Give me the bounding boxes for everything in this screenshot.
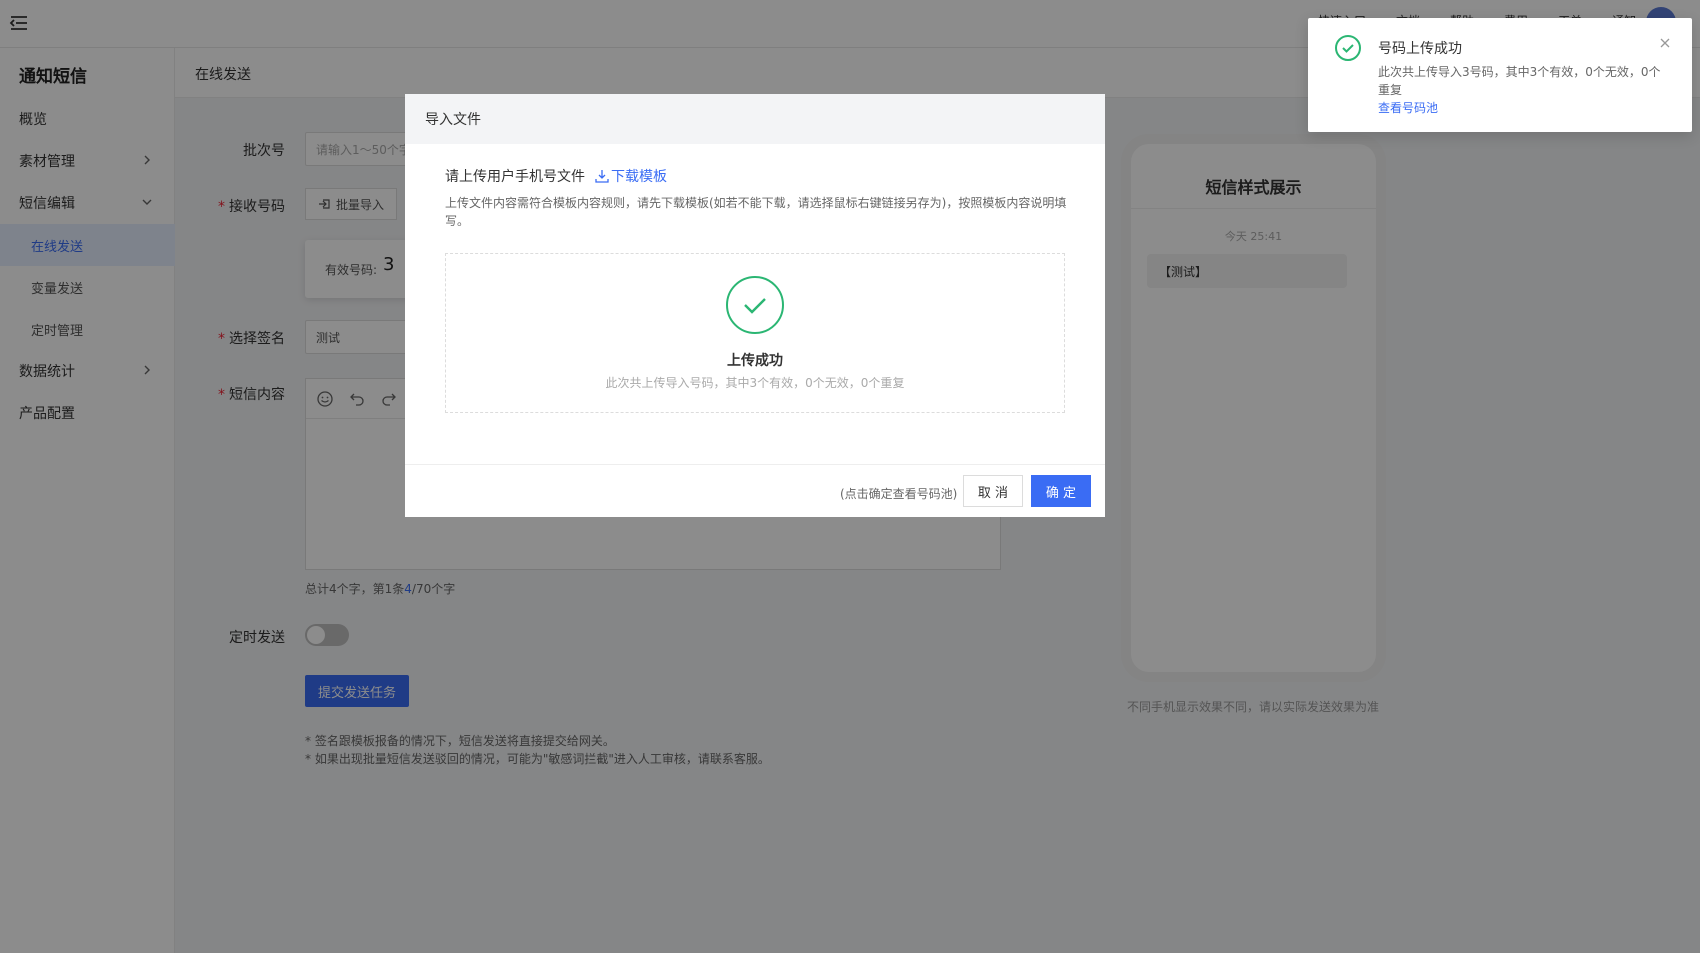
modal-title: 导入文件 — [425, 112, 481, 128]
view-number-pool-link[interactable]: 查看号码池 — [1378, 99, 1438, 116]
import-file-modal: 导入文件 请上传用户手机号文件 下载模板 上传文件内容需符合模板内容规则，请先下… — [405, 94, 1105, 517]
close-icon[interactable] — [1658, 36, 1672, 50]
success-check-icon — [726, 276, 784, 334]
upload-description: 上传文件内容需符合模板内容规则，请先下载模板(如若不能下载，请选择鼠标右键链接另… — [445, 196, 1067, 228]
download-icon — [595, 170, 609, 183]
modal-header: 导入文件 — [405, 94, 1105, 144]
notification-title: 号码上传成功 — [1378, 41, 1462, 57]
notification-body: 此次共上传导入3号码，其中3个有效，0个无效，0个重复 — [1378, 65, 1661, 97]
upload-notification: 号码上传成功 此次共上传导入3号码，其中3个有效，0个无效，0个重复 查看号码池 — [1308, 18, 1692, 132]
download-template-link[interactable]: 下载模板 — [595, 166, 667, 186]
modal-footer-divider — [405, 464, 1105, 465]
upload-title: 请上传用户手机号文件 — [445, 169, 585, 185]
upload-success-detail: 此次共上传导入号码，其中3个有效，0个无效，0个重复 — [605, 376, 905, 390]
upload-dropzone[interactable]: 上传成功 此次共上传导入号码，其中3个有效，0个无效，0个重复 — [445, 253, 1065, 413]
modal-hint: (点击确定查看号码池) — [840, 487, 958, 501]
upload-success-text: 上传成功 — [727, 353, 783, 369]
cancel-button[interactable]: 取 消 — [963, 475, 1023, 507]
confirm-button[interactable]: 确 定 — [1031, 475, 1091, 507]
success-check-icon — [1335, 35, 1361, 61]
